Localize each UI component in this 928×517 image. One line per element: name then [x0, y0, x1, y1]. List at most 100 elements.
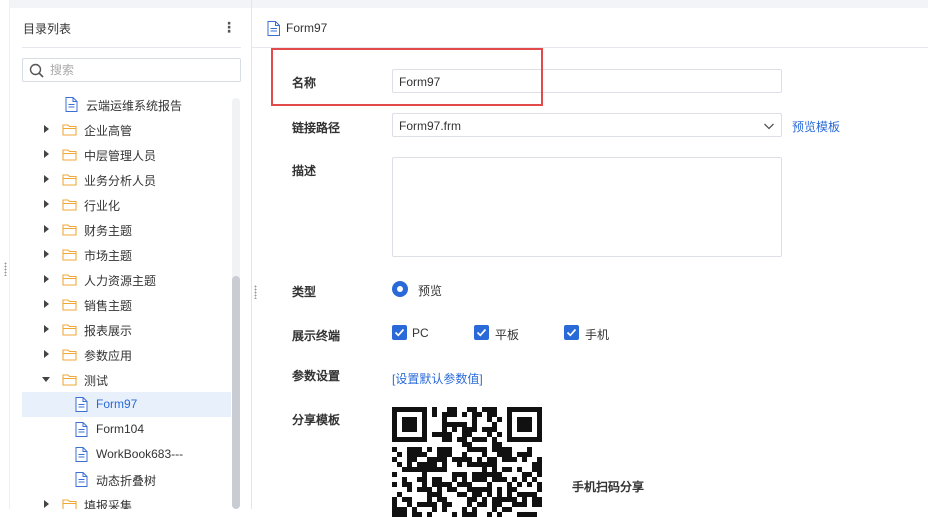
folder-icon — [62, 224, 77, 236]
more-options-icon[interactable]: ⋮ — [222, 20, 236, 36]
qr-code-image — [392, 407, 543, 517]
caret-down-icon[interactable] — [42, 377, 50, 382]
tree-item-label: 销售主题 — [84, 299, 133, 313]
preview-template-link[interactable]: 预览模板 — [792, 118, 840, 135]
report-file-icon — [75, 422, 88, 437]
caret-right-icon[interactable] — [44, 275, 49, 283]
type-preview-radio[interactable] — [392, 281, 408, 297]
tree-folder-item[interactable]: 财务主题 — [22, 217, 231, 242]
folder-icon — [62, 199, 77, 211]
sidebar-separator — [22, 47, 241, 48]
tree-item-label: 云端运维系统报告 — [86, 99, 183, 113]
search-box[interactable] — [22, 58, 241, 82]
tree-folder-item[interactable]: 填报采集 — [22, 492, 231, 509]
tree-item-label: WorkBook683--- — [96, 447, 184, 461]
folder-icon — [62, 499, 77, 509]
folder-icon — [62, 174, 77, 186]
caret-right-icon[interactable] — [44, 325, 49, 333]
tree-item-label: 动态折叠树 — [96, 474, 157, 488]
tree-report-item[interactable]: 云端运维系统报告 — [22, 92, 231, 117]
sidebar-top-bar — [10, 0, 251, 8]
folder-icon — [62, 349, 77, 361]
caret-right-icon[interactable] — [44, 250, 49, 258]
report-file-icon — [267, 21, 280, 36]
report-file-icon — [75, 472, 88, 487]
left-edge-strip — [0, 0, 10, 509]
caret-right-icon[interactable] — [44, 200, 49, 208]
path-label: 链接路径 — [292, 121, 341, 135]
tree-folder-item[interactable]: 业务分析人员 — [22, 167, 231, 192]
sidebar-title: 目录列表 — [23, 22, 72, 36]
type-label: 类型 — [292, 285, 317, 299]
tree-folder-item[interactable]: 中层管理人员 — [22, 142, 231, 167]
tree-item-label: Form97 — [96, 397, 138, 411]
tree-folder-item[interactable]: 行业化 — [22, 192, 231, 217]
pc-label: PC — [412, 326, 429, 340]
tree-folder-item[interactable]: 企业高管 — [22, 117, 231, 142]
report-file-icon — [75, 447, 88, 462]
mobile-label: 手机 — [585, 328, 610, 342]
terminals-label: 展示终端 — [292, 329, 341, 343]
sidebar-header: 目录列表 ⋮ — [10, 8, 251, 48]
set-default-params-link[interactable]: [设置默认参数值] — [392, 370, 483, 387]
path-select[interactable]: Form97.frm — [392, 113, 782, 137]
tree-folder-item[interactable]: 报表展示 — [22, 317, 231, 342]
main-panel: Form97 名称 Form97 链接路径 Form97.frm 预览模板 描述… — [252, 0, 928, 517]
sidebar: 目录列表 ⋮ 云端运维系统报告企业高管中层管理人员业务分析人员行业化财务主题市场… — [10, 0, 251, 509]
caret-right-icon[interactable] — [44, 125, 49, 133]
qr-caption: 手机扫码分享 — [572, 480, 645, 494]
check-icon — [476, 328, 487, 337]
page-title: Form97 — [286, 21, 328, 35]
type-preview-label: 预览 — [418, 284, 443, 298]
check-icon — [566, 328, 577, 337]
search-icon — [29, 63, 44, 78]
highlight-box — [271, 48, 543, 106]
folder-icon — [62, 149, 77, 161]
check-icon — [394, 328, 405, 337]
mobile-checkbox[interactable] — [564, 325, 579, 340]
tree-report-item[interactable]: 动态折叠树 — [22, 467, 231, 492]
share-label: 分享模板 — [292, 413, 341, 427]
tree-folder-item[interactable]: 测试 — [22, 367, 231, 392]
tablet-checkbox[interactable] — [474, 325, 489, 340]
caret-right-icon[interactable] — [44, 350, 49, 358]
tree-item-label: 中层管理人员 — [84, 149, 157, 163]
folder-icon — [62, 374, 77, 386]
tree-item-label: 企业高管 — [84, 124, 133, 138]
tree-folder-item[interactable]: 销售主题 — [22, 292, 231, 317]
main-header: Form97 — [252, 8, 928, 48]
folder-icon — [62, 274, 77, 286]
folder-icon — [62, 299, 77, 311]
path-value: Form97.frm — [399, 119, 462, 133]
tree-folder-item[interactable]: 参数应用 — [22, 342, 231, 367]
description-label: 描述 — [292, 164, 317, 178]
tree-report-item[interactable]: WorkBook683--- — [22, 442, 231, 467]
tree-item-label: 业务分析人员 — [84, 174, 157, 188]
tree-item-label: 财务主题 — [84, 224, 133, 238]
tree-folder-item[interactable]: 人力资源主题 — [22, 267, 231, 292]
edge-resize-grip[interactable] — [4, 262, 7, 276]
tree-item-label: 参数应用 — [84, 349, 133, 363]
pc-checkbox[interactable] — [392, 325, 407, 340]
search-input[interactable] — [50, 62, 230, 78]
caret-right-icon[interactable] — [44, 150, 49, 158]
tree-item-label: Form104 — [96, 422, 145, 436]
tree-item-label: 人力资源主题 — [84, 274, 157, 288]
tree-scrollbar[interactable] — [232, 98, 240, 509]
tree-item-label: 测试 — [84, 374, 109, 388]
caret-right-icon[interactable] — [44, 500, 49, 508]
main-top-bar — [252, 0, 928, 8]
caret-right-icon[interactable] — [44, 225, 49, 233]
tree-report-item[interactable]: Form104 — [22, 417, 231, 442]
folder-icon — [62, 324, 77, 336]
caret-right-icon[interactable] — [44, 300, 49, 308]
tree-scroll-thumb[interactable] — [232, 276, 240, 509]
tree-item-label: 填报采集 — [84, 499, 133, 509]
tree-report-item[interactable]: Form97 — [22, 392, 231, 417]
folder-icon — [62, 249, 77, 261]
caret-right-icon[interactable] — [44, 175, 49, 183]
chevron-down-icon — [764, 123, 774, 130]
tree-item-label: 报表展示 — [84, 324, 133, 338]
description-textarea[interactable] — [392, 157, 782, 257]
tree-folder-item[interactable]: 市场主题 — [22, 242, 231, 267]
